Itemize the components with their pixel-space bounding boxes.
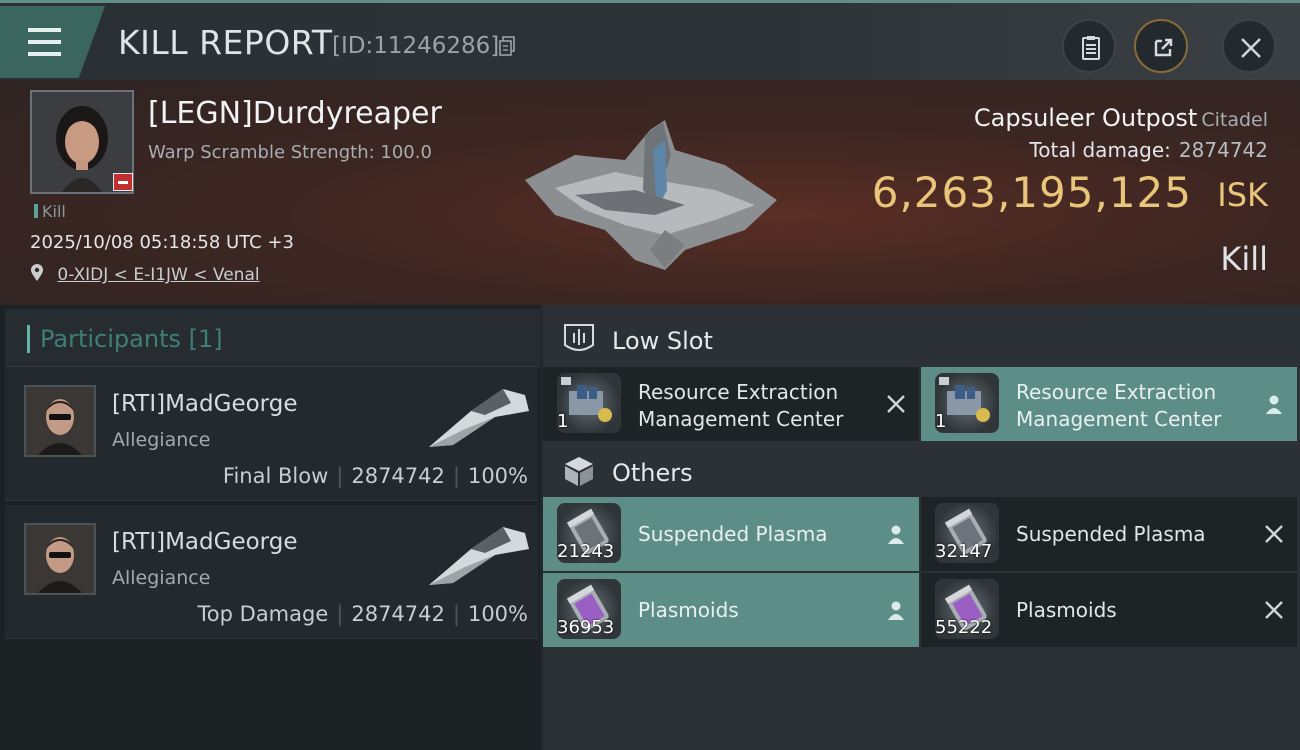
- participant-name[interactable]: [RTI]MadGeorge: [112, 391, 297, 417]
- total-damage-label: Total damage:: [1029, 138, 1171, 162]
- item-row[interactable]: 55222 Plasmoids: [921, 573, 1297, 647]
- item-name: Plasmoids: [1016, 598, 1117, 622]
- ship-image: [429, 527, 529, 585]
- participant-damage: 2874742: [351, 602, 445, 626]
- share-icon: [1154, 38, 1173, 57]
- item-name: Plasmoids: [638, 598, 739, 622]
- item-name-line: Management Center: [1016, 407, 1222, 431]
- header-accent: [27, 325, 30, 353]
- person-icon: [888, 525, 904, 544]
- low-slot-title: Low Slot: [612, 327, 713, 355]
- location-pin-icon: [31, 264, 43, 281]
- isk-value: 6,263,195,125: [871, 168, 1192, 217]
- participant-role: Top Damage: [197, 602, 329, 626]
- divider: |: [336, 602, 344, 626]
- divider: |: [336, 464, 344, 488]
- structure-class: Citadel: [1201, 109, 1268, 131]
- participant-stats: Top Damage | 2874742 | 100%: [198, 602, 528, 626]
- standing-badge: [113, 173, 133, 191]
- victim-name[interactable]: [LEGN]Durdyreaper: [148, 96, 442, 131]
- item-name: Resource Extraction Management Center: [638, 379, 843, 433]
- items-panel: Low Slot 1 Resource Extraction Managemen…: [543, 305, 1300, 750]
- clipboard-icon: [1082, 36, 1100, 60]
- share-button[interactable]: [1134, 19, 1188, 73]
- participant-role: Final Blow: [222, 464, 329, 488]
- item-row[interactable]: 1 Resource Extraction Management Center: [543, 367, 919, 441]
- isk-unit: ISK: [1217, 176, 1268, 214]
- kill-datetime: 2025/10/08 05:18:58 UTC +3: [30, 232, 294, 253]
- x-mark-icon: [1265, 601, 1283, 619]
- participant-stats: Final Blow | 2874742 | 100%: [223, 464, 528, 488]
- hamburger-icon-bar: [28, 28, 61, 32]
- participant-name[interactable]: [RTI]MadGeorge: [112, 529, 297, 555]
- person-icon: [1266, 395, 1282, 414]
- location-row[interactable]: 0-XIDJ < E-I1JW < Venal: [30, 264, 260, 285]
- page-title: KILL REPORT: [118, 23, 333, 62]
- participant-corp: Allegiance: [112, 429, 211, 451]
- item-name-line: Management Center: [638, 407, 844, 431]
- item-quantity: 21243: [557, 541, 615, 562]
- participant-row[interactable]: [RTI]MadGeorge Allegiance Final Blow | 287…: [5, 367, 538, 501]
- participants-title: Participants [1]: [40, 325, 223, 353]
- top-bar: KILL REPORT [ID:11246286]: [0, 0, 1300, 80]
- item-quantity: 1: [557, 411, 569, 432]
- close-button[interactable]: [1222, 19, 1276, 73]
- hamburger-icon-bar: [28, 52, 61, 56]
- x-mark-icon: [1265, 525, 1283, 543]
- participant-avatar-image: [26, 387, 94, 455]
- item-name: Resource Extraction Management Center: [1016, 379, 1221, 433]
- structure-image: [525, 120, 777, 270]
- avatar[interactable]: [24, 523, 96, 595]
- item-name: Suspended Plasma: [1016, 522, 1206, 546]
- x-mark-icon: [887, 395, 905, 413]
- victim-subtitle: Warp Scramble Strength: 100.0: [148, 142, 432, 163]
- hamburger-icon-bar: [28, 40, 61, 44]
- item-quantity: 32147: [935, 541, 993, 562]
- copy-icon[interactable]: [499, 36, 515, 56]
- kill-tag: Kill: [34, 202, 66, 221]
- participants-header: Participants [1]: [5, 309, 540, 367]
- structure-type: Capsuleer Outpost: [973, 104, 1198, 132]
- item-name-line: Resource Extraction: [638, 380, 839, 404]
- participant-percent: 100%: [467, 602, 528, 626]
- item-row[interactable]: 32147 Suspended Plasma: [921, 497, 1297, 571]
- others-title: Others: [612, 459, 693, 487]
- item-row[interactable]: 1 Resource Extraction Management Center: [921, 367, 1297, 441]
- total-damage: Total damage: 2874742: [1029, 138, 1268, 162]
- participant-avatar-image: [26, 525, 94, 593]
- item-quantity: 55222: [935, 617, 993, 638]
- menu-button[interactable]: [0, 6, 105, 78]
- participant-corp: Allegiance: [112, 567, 211, 589]
- participant-damage: 2874742: [351, 464, 445, 488]
- victim-banner: [LEGN]Durdyreaper Warp Scramble Strength…: [0, 80, 1300, 305]
- item-name: Suspended Plasma: [638, 522, 828, 546]
- person-icon: [888, 601, 904, 620]
- total-damage-value: 2874742: [1178, 138, 1268, 162]
- ship-image: [429, 389, 529, 447]
- participant-row[interactable]: [RTI]MadGeorge Allegiance Top Damage | 287…: [5, 505, 538, 639]
- participant-percent: 100%: [467, 464, 528, 488]
- cube-icon: [565, 457, 593, 486]
- avatar[interactable]: [24, 385, 96, 457]
- low-slot-header: Low Slot: [543, 309, 1300, 369]
- clipboard-button[interactable]: [1062, 19, 1116, 73]
- divider: |: [452, 602, 460, 626]
- participants-panel: Participants [1] [RTI]MadGeorge Allegian…: [0, 305, 540, 750]
- item-name-line: Resource Extraction: [1016, 380, 1217, 404]
- structure-name: Capsuleer Outpost Citadel: [974, 104, 1268, 132]
- close-icon: [1241, 38, 1261, 58]
- result-label: Kill: [1220, 240, 1268, 278]
- item-row[interactable]: 36953 Plasmoids: [543, 573, 919, 647]
- low-slot-icon: [564, 324, 594, 351]
- item-row[interactable]: 21243 Suspended Plasma: [543, 497, 919, 571]
- others-header: Others: [543, 441, 1300, 501]
- item-quantity: 36953: [557, 617, 615, 638]
- divider: |: [452, 464, 460, 488]
- item-quantity: 1: [935, 411, 947, 432]
- location-link[interactable]: 0-XIDJ < E-I1JW < Venal: [57, 265, 259, 285]
- report-id: [ID:11246286]: [332, 33, 500, 59]
